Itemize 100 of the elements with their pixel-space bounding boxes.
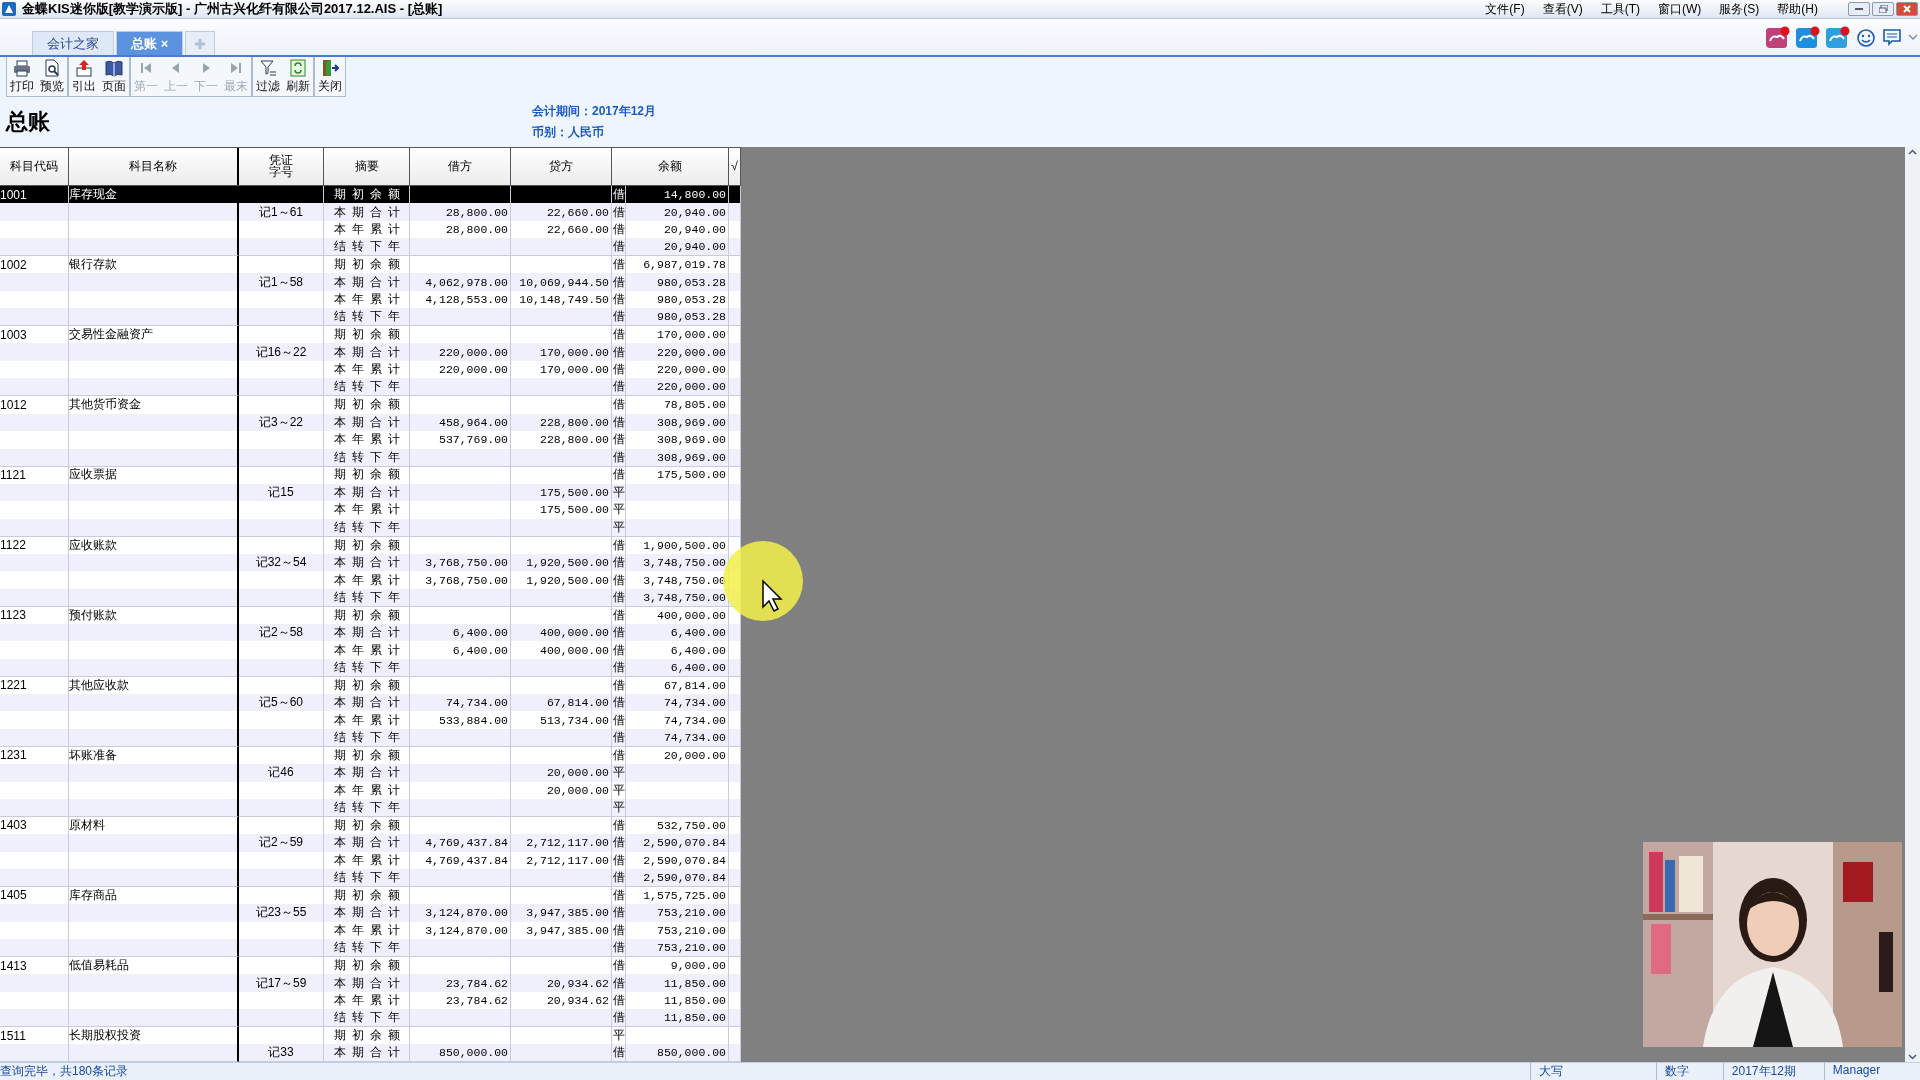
table-cell: 1,575,725.00 (643, 889, 726, 902)
table-cell: 6,987,019.78 (643, 258, 726, 272)
menu-item[interactable]: 文件(F) (1485, 0, 1525, 18)
table-row[interactable]: 记1～58 本期合计 4,062,978.00 10,069,944.50 借 980,053.28 (0, 273, 741, 291)
table-row[interactable]: 记33 本期合计 850,000.00 借 850,000.00 (0, 1044, 741, 1062)
table-cell: 平 (612, 799, 625, 817)
table-row[interactable]: 结转下年 借 308,969.00 (0, 448, 741, 467)
menu-item[interactable]: 查看(V) (1542, 0, 1583, 18)
table-row[interactable]: 结转下年 借 753,210.00 (0, 939, 741, 957)
app-shortcut-icon[interactable] (1796, 26, 1820, 48)
table-row[interactable]: 记23～55 本期合计 3,124,870.00 3,947,385.00 借 753,210.00 (0, 904, 741, 922)
menu-item[interactable]: 窗口(W) (1658, 0, 1702, 18)
toolbar-button[interactable]: 过滤 (253, 57, 283, 96)
table-cell: 借 (612, 361, 625, 379)
table-row[interactable]: 结转下年 借 2,590,070.84 (0, 869, 741, 887)
table-cell: 11,850.00 (663, 994, 726, 1008)
column-header[interactable]: 贷方 (511, 148, 612, 185)
table-cell: 14,800.00 (663, 188, 726, 202)
table-row[interactable]: 记2～59 本期合计 4,769,437.84 2,712,117.00 借 2,590,070.84 (0, 834, 741, 852)
app-shortcut-icon[interactable] (1766, 26, 1790, 48)
table-cell: 记23～55 (255, 904, 307, 922)
table-cell: 本期合计 (333, 764, 406, 782)
table-row[interactable]: 结转下年 平 (0, 799, 741, 817)
table-row[interactable]: 结转下年 借 980,053.28 (0, 308, 741, 326)
table-row[interactable]: 记17～59 本期合计 23,784.62 20,934.62 借 11,850.00 (0, 974, 741, 992)
table-cell: 期初余额 (333, 676, 406, 694)
table-row[interactable]: 结转下年 借 220,000.00 (0, 378, 741, 397)
table-cell: 2,590,070.84 (643, 836, 726, 850)
table-cell: 本年累计 (333, 992, 406, 1010)
message-icon[interactable] (1882, 26, 1902, 48)
column-header[interactable]: 凭证字号 (239, 148, 324, 185)
tab[interactable]: 会计之家 (32, 31, 114, 55)
toolbar-button[interactable]: 打印 (7, 57, 37, 96)
column-header[interactable]: 借方 (410, 148, 511, 185)
column-header[interactable]: 科目名称 (69, 148, 239, 185)
table-cell: 1121 (0, 467, 26, 482)
table-cell: 9,000.00 (670, 959, 726, 973)
menu-item[interactable]: 服务(S) (1719, 0, 1760, 18)
table-cell: 308,969.00 (657, 450, 726, 464)
app-shortcut-icon[interactable] (1826, 26, 1850, 48)
scrollbar[interactable] (1905, 147, 1920, 1062)
table-cell: 537,769.00 (439, 433, 508, 447)
table-row[interactable]: 记1～61 本期合计 28,800.00 22,660.00 借 20,940.00 (0, 203, 741, 221)
smiley-icon[interactable] (1856, 26, 1876, 48)
table-cell: 记17～59 (255, 974, 307, 992)
table-cell: 借 (612, 203, 625, 221)
period-label: 会计期间：2017年12月 (532, 103, 657, 120)
table-cell: 220,000.00 (657, 345, 726, 359)
menu-item[interactable]: 帮助(H) (1777, 0, 1818, 18)
table-row[interactable]: 记2～58 本期合计 6,400.00 400,000.00 借 6,400.00 (0, 623, 741, 642)
table-row[interactable]: 记3～22 本期合计 458,964.00 228,800.00 借 308,969.00 (0, 413, 741, 432)
table-cell: 本期合计 (333, 694, 406, 712)
window-title: 金蝶KIS迷你版[教学演示版] - 广州古兴化纤有限公司2017.12.AIS - [总账] (22, 0, 444, 18)
table-cell: 期初余额 (333, 746, 406, 764)
toolbar-button[interactable]: 关闭 (315, 57, 345, 96)
toolbar-button[interactable]: 页面 (99, 57, 129, 96)
table-row[interactable]: 结转下年 借 6,400.00 (0, 658, 741, 677)
table-cell: 其他货币资金 (69, 396, 141, 414)
table-row[interactable]: 结转下年 借 11,850.00 (0, 1009, 741, 1027)
table-row[interactable]: 结转下年 借 20,940.00 (0, 238, 741, 256)
close-button[interactable] (1896, 2, 1918, 16)
table-row[interactable]: 结转下年 借 74,734.00 (0, 728, 741, 747)
table-cell: 借 (612, 746, 625, 764)
table-cell: 借 (612, 904, 625, 922)
table-cell: 2,712,117.00 (526, 836, 609, 850)
toolbar-button[interactable]: 刷新 (283, 57, 313, 96)
table-cell: 借 (612, 992, 625, 1010)
column-header[interactable]: 余额 (612, 148, 729, 185)
table-cell: 1405 (0, 888, 27, 903)
column-header[interactable]: 科目代码 (0, 148, 69, 185)
minimize-button[interactable] (1848, 2, 1870, 16)
table-cell: 记5～60 (259, 694, 303, 712)
table-row[interactable]: 记15 本期合计 175,500.00 平 (0, 483, 741, 502)
scroll-down-icon[interactable] (1907, 1051, 1918, 1062)
toolbar-button[interactable]: 引出 (69, 57, 99, 96)
table-cell: 1001 (0, 187, 27, 202)
table-cell: 结转下年 (333, 448, 406, 466)
table-cell: 20,000.00 (663, 748, 726, 762)
table-row[interactable]: 记46 本期合计 20,000.00 平 (0, 764, 741, 782)
table-row[interactable]: 记5～60 本期合计 74,734.00 67,814.00 借 74,734.00 (0, 693, 741, 712)
table-row[interactable]: 记16～22 本期合计 220,000.00 170,000.00 借 220,000.00 (0, 343, 741, 361)
table-cell: 借 (612, 834, 625, 852)
table-cell: 67,814.00 (663, 678, 726, 692)
restore-button[interactable] (1872, 2, 1894, 16)
table-cell: 4,128,553.00 (425, 293, 508, 307)
menu-item[interactable]: 工具(T) (1600, 0, 1640, 18)
table-cell: 结转下年 (333, 799, 406, 817)
toolbar-button[interactable]: 预览 (37, 57, 67, 96)
status-text: 大写 (1530, 1063, 1656, 1080)
column-header[interactable]: 摘要 (324, 148, 410, 185)
table-cell: 74,734.00 (445, 696, 508, 710)
table-cell: 23,784.62 (445, 976, 508, 990)
table-cell: 513,734.00 (540, 713, 609, 727)
table-cell: 6,400.00 (452, 643, 508, 657)
table-cell: 借 (612, 413, 625, 431)
table-cell: 850,000.00 (657, 1046, 726, 1060)
table-cell: 3,947,385.00 (526, 906, 609, 920)
table-cell: 22,660.00 (546, 205, 609, 219)
table-cell: 1231 (0, 748, 27, 763)
table-row[interactable]: 结转下年 平 (0, 518, 741, 537)
